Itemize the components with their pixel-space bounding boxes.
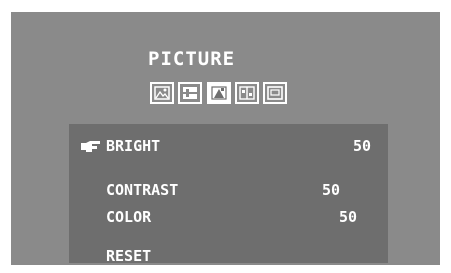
item-label: RESET [106, 247, 152, 265]
menu-item-color[interactable]: COLOR 50 [69, 206, 388, 228]
menu-item-reset[interactable]: RESET [69, 245, 388, 267]
menu-item-contrast[interactable]: CONTRAST 50 [69, 179, 388, 201]
menu-title: PICTURE [148, 48, 236, 70]
color-icon[interactable] [207, 82, 231, 104]
item-label: COLOR [106, 208, 152, 226]
menu-item-bright[interactable]: BRIGHT 50 [69, 135, 388, 157]
item-label: CONTRAST [106, 181, 179, 199]
osd-menu: PICTURE BRIGHT 50 CONTRAST 50 COLOR 50 R… [11, 12, 440, 265]
item-value: 50 [321, 181, 340, 199]
item-label: BRIGHT [106, 137, 161, 155]
item-value: 50 [352, 137, 371, 155]
image-settings-icon[interactable] [178, 82, 202, 104]
pointer-hand-icon [81, 141, 100, 152]
picture-icon[interactable] [150, 82, 174, 104]
display-icon[interactable] [263, 82, 287, 104]
position-icon[interactable] [235, 82, 259, 104]
item-value: 50 [338, 208, 357, 226]
settings-panel: BRIGHT 50 CONTRAST 50 COLOR 50 RESET [69, 124, 388, 265]
